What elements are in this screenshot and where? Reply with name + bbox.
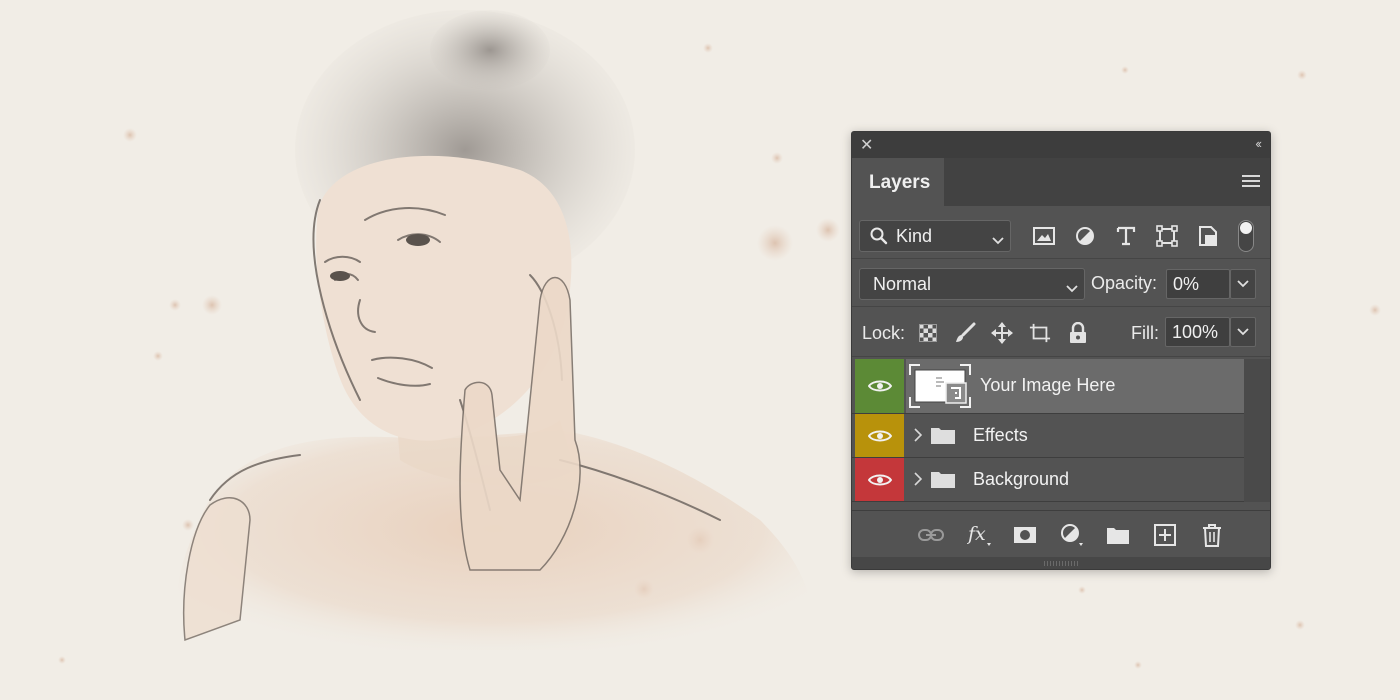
visibility-eye-icon[interactable] <box>855 359 904 413</box>
layer-row-background[interactable]: Background <box>852 458 1244 501</box>
visibility-eye-icon[interactable] <box>855 458 904 501</box>
add-mask-icon[interactable] <box>1012 522 1038 548</box>
new-group-icon[interactable] <box>1105 522 1131 548</box>
lock-image-icon[interactable] <box>954 322 976 344</box>
blend-mode-value: Normal <box>873 274 932 294</box>
blend-row: Normal Opacity: 0% <box>852 266 1270 302</box>
layer-name: Effects <box>973 425 1028 445</box>
layers-list: Your Image Here Effects Background <box>852 359 1244 502</box>
layer-name: Your Image Here <box>980 375 1116 395</box>
opacity-dropdown[interactable] <box>1230 269 1256 299</box>
opacity-field[interactable]: 0% <box>1166 269 1230 299</box>
svg-text:fx: fx <box>967 523 986 545</box>
panel-resize-grip[interactable] <box>852 557 1270 569</box>
panel-titlebar: ✕ ‹‹ <box>852 132 1270 158</box>
new-layer-icon[interactable] <box>1152 522 1178 548</box>
tab-layers[interactable]: Layers <box>852 158 944 206</box>
type-filter-icon[interactable] <box>1114 224 1138 248</box>
tab-layers-label: Layers <box>869 172 931 193</box>
opacity-label: Opacity: <box>1091 273 1158 293</box>
chevron-down-icon <box>992 229 1004 250</box>
layers-bottom-toolbar: fx <box>852 514 1270 554</box>
lock-all-icon[interactable] <box>1067 322 1089 344</box>
fill-dropdown[interactable] <box>1230 317 1256 347</box>
panel-tabstrip: Layers <box>852 158 1270 206</box>
layer-row-your-image-here[interactable]: Your Image Here <box>852 359 1244 413</box>
lock-artboard-icon[interactable] <box>1029 322 1051 344</box>
shape-filter-icon[interactable] <box>1155 224 1179 248</box>
delete-icon[interactable] <box>1199 522 1225 548</box>
filter-kind-select[interactable]: Kind <box>859 220 1011 252</box>
collapse-panel-icon[interactable]: ‹‹ <box>1255 136 1262 151</box>
lock-transparent-icon[interactable] <box>917 322 939 344</box>
lock-position-icon[interactable] <box>991 322 1013 344</box>
adjustment-filter-icon[interactable] <box>1073 224 1097 248</box>
lock-row: Lock: Fill: 100% <box>852 314 1270 350</box>
chevron-down-icon <box>1066 277 1078 298</box>
filter-kind-label: Kind <box>896 226 933 246</box>
panel-menu-icon[interactable] <box>1242 175 1260 189</box>
expand-chevron-icon[interactable] <box>914 472 923 491</box>
smart-object-filter-icon[interactable] <box>1196 224 1220 248</box>
layers-panel: ✕ ‹‹ Layers Kind Normal Opacity: 0% Lock… <box>851 131 1271 570</box>
search-icon <box>870 227 888 250</box>
link-layers-icon[interactable] <box>918 522 944 548</box>
layers-scrollbar[interactable] <box>1244 359 1270 502</box>
layer-row-effects[interactable]: Effects <box>852 414 1244 457</box>
fill-field[interactable]: 100% <box>1165 317 1230 347</box>
image-filter-icon[interactable] <box>1032 224 1056 248</box>
expand-chevron-icon[interactable] <box>914 428 923 447</box>
visibility-eye-icon[interactable] <box>855 414 904 457</box>
filter-toggle[interactable] <box>1238 220 1254 252</box>
folder-icon <box>930 469 956 494</box>
folder-icon <box>930 425 956 450</box>
blend-mode-select[interactable]: Normal <box>859 268 1085 300</box>
close-icon[interactable]: ✕ <box>860 135 873 155</box>
filter-row: Kind <box>852 218 1270 254</box>
smart-object-thumbnail <box>908 363 972 409</box>
adjustment-layer-icon[interactable] <box>1059 522 1085 548</box>
layer-name: Background <box>973 469 1070 489</box>
lock-label: Lock: <box>862 323 906 343</box>
fill-label: Fill: <box>1131 323 1159 343</box>
fx-icon[interactable]: fx <box>967 522 993 548</box>
